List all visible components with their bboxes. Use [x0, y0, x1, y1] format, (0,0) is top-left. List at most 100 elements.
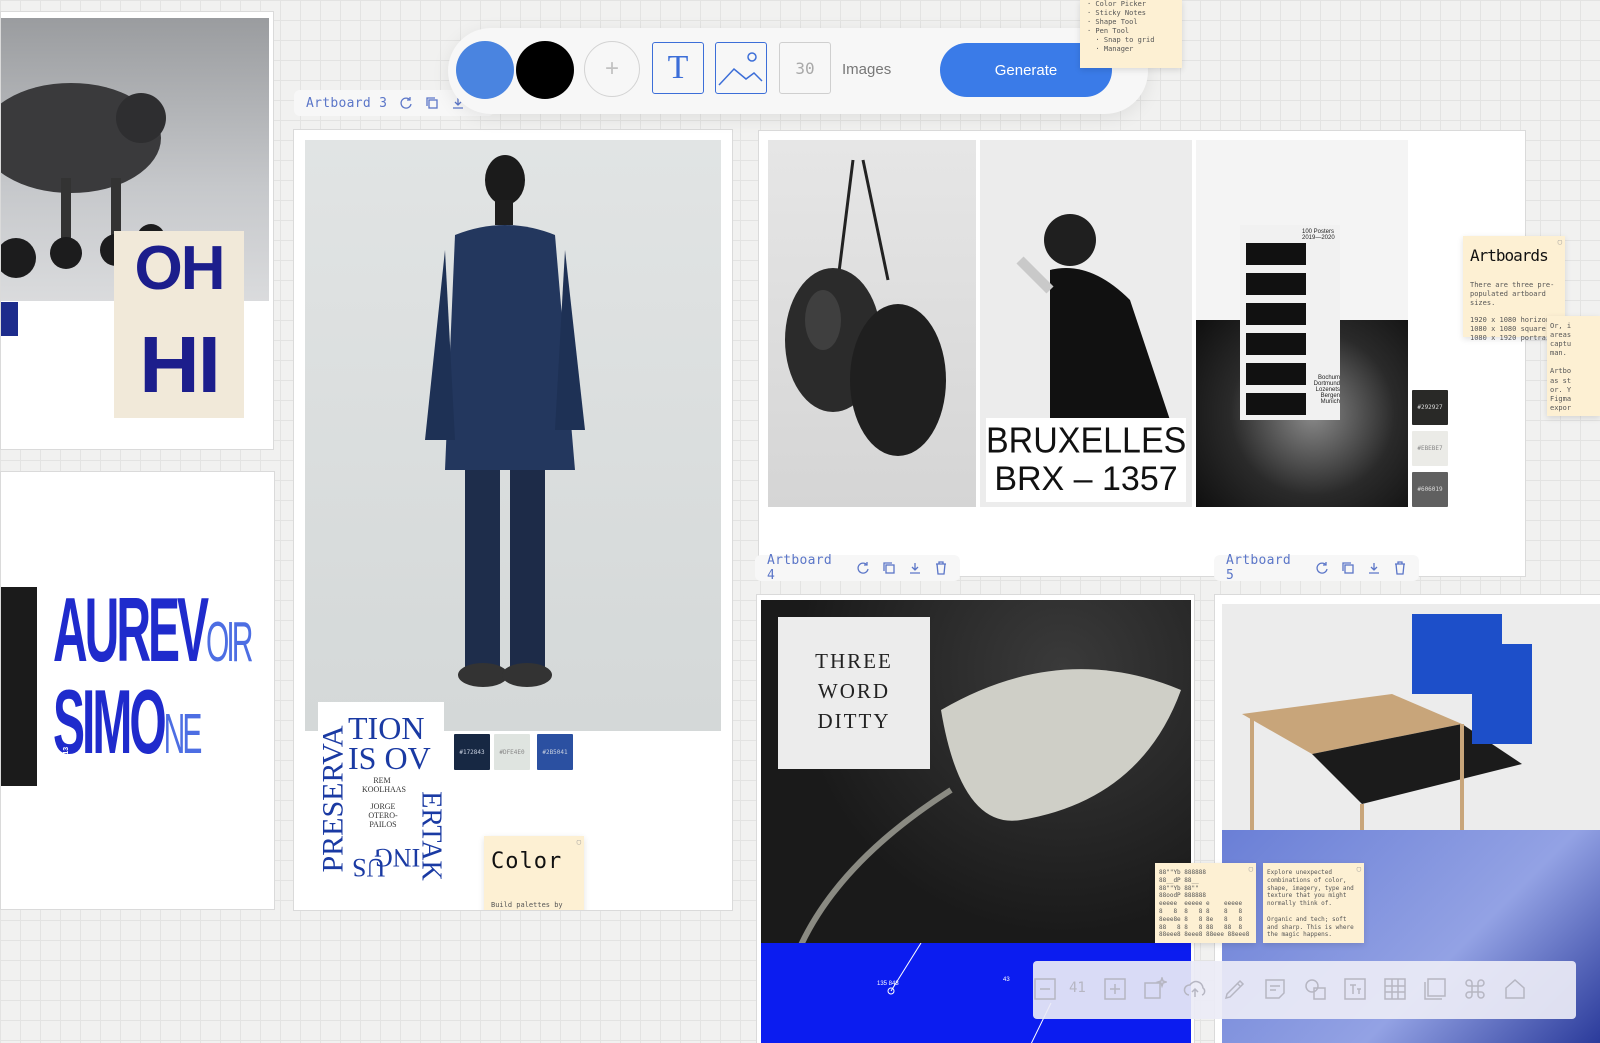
aurevoir-word: AUREV: [53, 581, 209, 682]
trash-icon[interactable]: [934, 561, 948, 575]
pres-author: REM KOOLHAAS: [362, 776, 406, 794]
coat-model-photo: [305, 140, 721, 731]
grid-icon[interactable]: [1383, 977, 1407, 1001]
break-posters-text: 100 Posters 2019—2020: [1302, 229, 1335, 241]
refresh-icon[interactable]: [856, 561, 870, 575]
images-label: Images: [842, 61, 892, 78]
command-icon[interactable]: [1463, 977, 1487, 1001]
trash-icon[interactable]: [1393, 561, 1407, 575]
bottom-toolbar: 41: [1033, 961, 1576, 1019]
woman-portrait-photo: BRUXELLES BRX – 1357: [980, 140, 1192, 507]
top-toolbar: + T 30 Images Generate: [448, 28, 1148, 114]
download-icon[interactable]: [908, 561, 922, 575]
shapes-icon[interactable]: [1303, 977, 1327, 1001]
aurevoir-tail: OIR: [206, 611, 253, 675]
artboard-4-name[interactable]: Artboard 4: [767, 553, 844, 583]
three-word-line-2: WORD: [817, 679, 891, 703]
artboard-3-name[interactable]: Artboard 3: [306, 96, 387, 111]
artboard-4[interactable]: BRUXELLES BRX – 1357 100 Posters 2019—20…: [758, 130, 1526, 577]
plus-icon: +: [604, 55, 619, 82]
bruxelles-line-2: BRX – 1357: [994, 460, 1178, 498]
pen-tool-icon[interactable]: [1223, 977, 1247, 1001]
sticky-close-icon[interactable]: ▢: [1357, 865, 1361, 874]
date-label: 24.9.13: [63, 746, 71, 771]
sticky-note-tools[interactable]: · Color Picker · Sticky Notes · Shape To…: [1080, 0, 1182, 68]
boxing-gloves-photo: [768, 140, 976, 507]
artboard-5-label-bar[interactable]: Artboard 5: [1214, 553, 1419, 583]
sticky-title: Artboards: [1470, 246, 1549, 265]
calla-lily-photo: THREE WORD DITTY: [761, 600, 1191, 945]
refresh-icon[interactable]: [399, 96, 413, 110]
refresh-icon[interactable]: [1315, 561, 1329, 575]
break-poster: 100 Posters 2019—2020 Bochum Dortmund Lo…: [1240, 225, 1340, 420]
image-icon: [718, 52, 763, 86]
color-swatch-black[interactable]: [516, 41, 574, 99]
blue-tag: [1, 302, 18, 336]
download-icon[interactable]: [1367, 561, 1381, 575]
duplicate-icon[interactable]: [425, 96, 439, 110]
preservation-poster: TION IS OV REM KOOLHAAS JORGE OTERO-PAIL…: [318, 702, 444, 890]
oh-hi-poster: OH HI: [114, 231, 244, 418]
artboard-3[interactable]: TION IS OV REM KOOLHAAS JORGE OTERO-PAIL…: [293, 129, 733, 911]
text-style-icon[interactable]: [1343, 977, 1367, 1001]
artboard-icon[interactable]: [1423, 977, 1447, 1001]
sparkle-frame-icon[interactable]: [1143, 977, 1167, 1001]
palette-chip: #292927: [1412, 390, 1448, 425]
simone-text: SIMONE: [53, 678, 202, 782]
artboard-aurevoir[interactable]: AUREVOIR SIMONE SOOPOL 24.9.13: [0, 471, 275, 910]
home-icon[interactable]: [1503, 977, 1527, 1001]
artboard-4-label-bar[interactable]: Artboard 4: [755, 553, 960, 583]
palette-chip: #606019: [1412, 472, 1448, 507]
image-count-input[interactable]: 30: [779, 42, 831, 94]
coord-label-2: 43: [1003, 977, 1010, 983]
black-panel: [1, 587, 37, 786]
sticky-note-icon[interactable]: [1263, 977, 1287, 1001]
sticky-close-icon[interactable]: ▢: [1558, 238, 1562, 247]
sticky-body: Explore unexpected combinations of color…: [1267, 869, 1354, 939]
pres-us: US: [352, 853, 386, 882]
text-icon: T: [667, 49, 689, 86]
sticky-body: There are three pre-populated artboard s…: [1470, 280, 1555, 307]
artboard-5-name[interactable]: Artboard 5: [1226, 553, 1303, 583]
sticky-body: Or, i areas captu man. Artbo as st or. Y…: [1550, 322, 1572, 412]
sticky-note-edge[interactable]: Or, i areas captu man. Artbo as st or. Y…: [1547, 316, 1600, 416]
sticky-body: Build palettes by using the Colors Picke…: [491, 900, 563, 910]
three-word-line-1: THREE: [815, 649, 893, 673]
pres-isov: IS OV: [348, 740, 431, 776]
duplicate-icon[interactable]: [1341, 561, 1355, 575]
three-word-line-3: DITTY: [817, 709, 891, 733]
hi-text: HI: [139, 320, 221, 409]
bruxelles-line-1: BRUXELLES: [986, 421, 1187, 461]
zoom-out-button[interactable]: [1033, 977, 1057, 1001]
sticky-sizes: 1920 x 1080 horizontal 1080 x 1080 squar…: [1470, 316, 1563, 343]
furniture-photo: [1222, 604, 1600, 830]
color-swatch-blue[interactable]: [456, 41, 514, 99]
upload-cloud-icon[interactable]: [1183, 977, 1207, 1001]
pres-author2: JORGE OTERO-PAILOS: [368, 802, 398, 829]
duplicate-icon[interactable]: [882, 561, 896, 575]
sticky-note-explore[interactable]: ▢ Explore unexpected combinations of col…: [1263, 863, 1364, 943]
aurevoir-poster: AUREVOIR SIMONE SOOPOL 24.9.13: [53, 586, 253, 787]
sticky-title: Color: [491, 849, 563, 874]
sticky-body: 88""Yb 888888 88__dP 88__ 88""Yb 88"" 88…: [1159, 869, 1250, 939]
sticky-close-icon[interactable]: ▢: [1249, 865, 1253, 874]
sticky-note-ascii[interactable]: ▢ 88""Yb 888888 88__dP 88__ 88""Yb 88"" …: [1155, 863, 1256, 943]
add-color-button[interactable]: +: [584, 41, 640, 97]
image-tool-button[interactable]: [715, 42, 767, 94]
soopol-label: SOOPOL: [68, 645, 76, 676]
text-tool-button[interactable]: T: [652, 42, 704, 94]
bruxelles-card: BRUXELLES BRX – 1357: [986, 418, 1186, 502]
break-letters: [1246, 235, 1306, 415]
zoom-value: 41: [1069, 980, 1086, 996]
zoom-in-button[interactable]: [1103, 977, 1127, 1001]
break-poster-photo: 100 Posters 2019—2020 Bochum Dortmund Lo…: [1196, 140, 1408, 507]
three-word-card: THREE WORD DITTY: [778, 617, 930, 769]
sticky-close-icon[interactable]: ▢: [577, 838, 581, 847]
break-cities-text: Bochum Dortmund Lozenets Bergen Munich: [1313, 375, 1340, 405]
artboard-oh-hi[interactable]: OH HI: [0, 11, 274, 450]
palette-chip: #172843: [454, 734, 490, 770]
sticky-note-color[interactable]: ▢ Color Build palettes by using the Colo…: [484, 836, 584, 910]
sticky-body: · Color Picker · Sticky Notes · Shape To…: [1087, 0, 1155, 54]
palette-chip: #DFE4E0: [494, 734, 530, 770]
palette-chip: #EBEBE7: [1412, 431, 1448, 466]
